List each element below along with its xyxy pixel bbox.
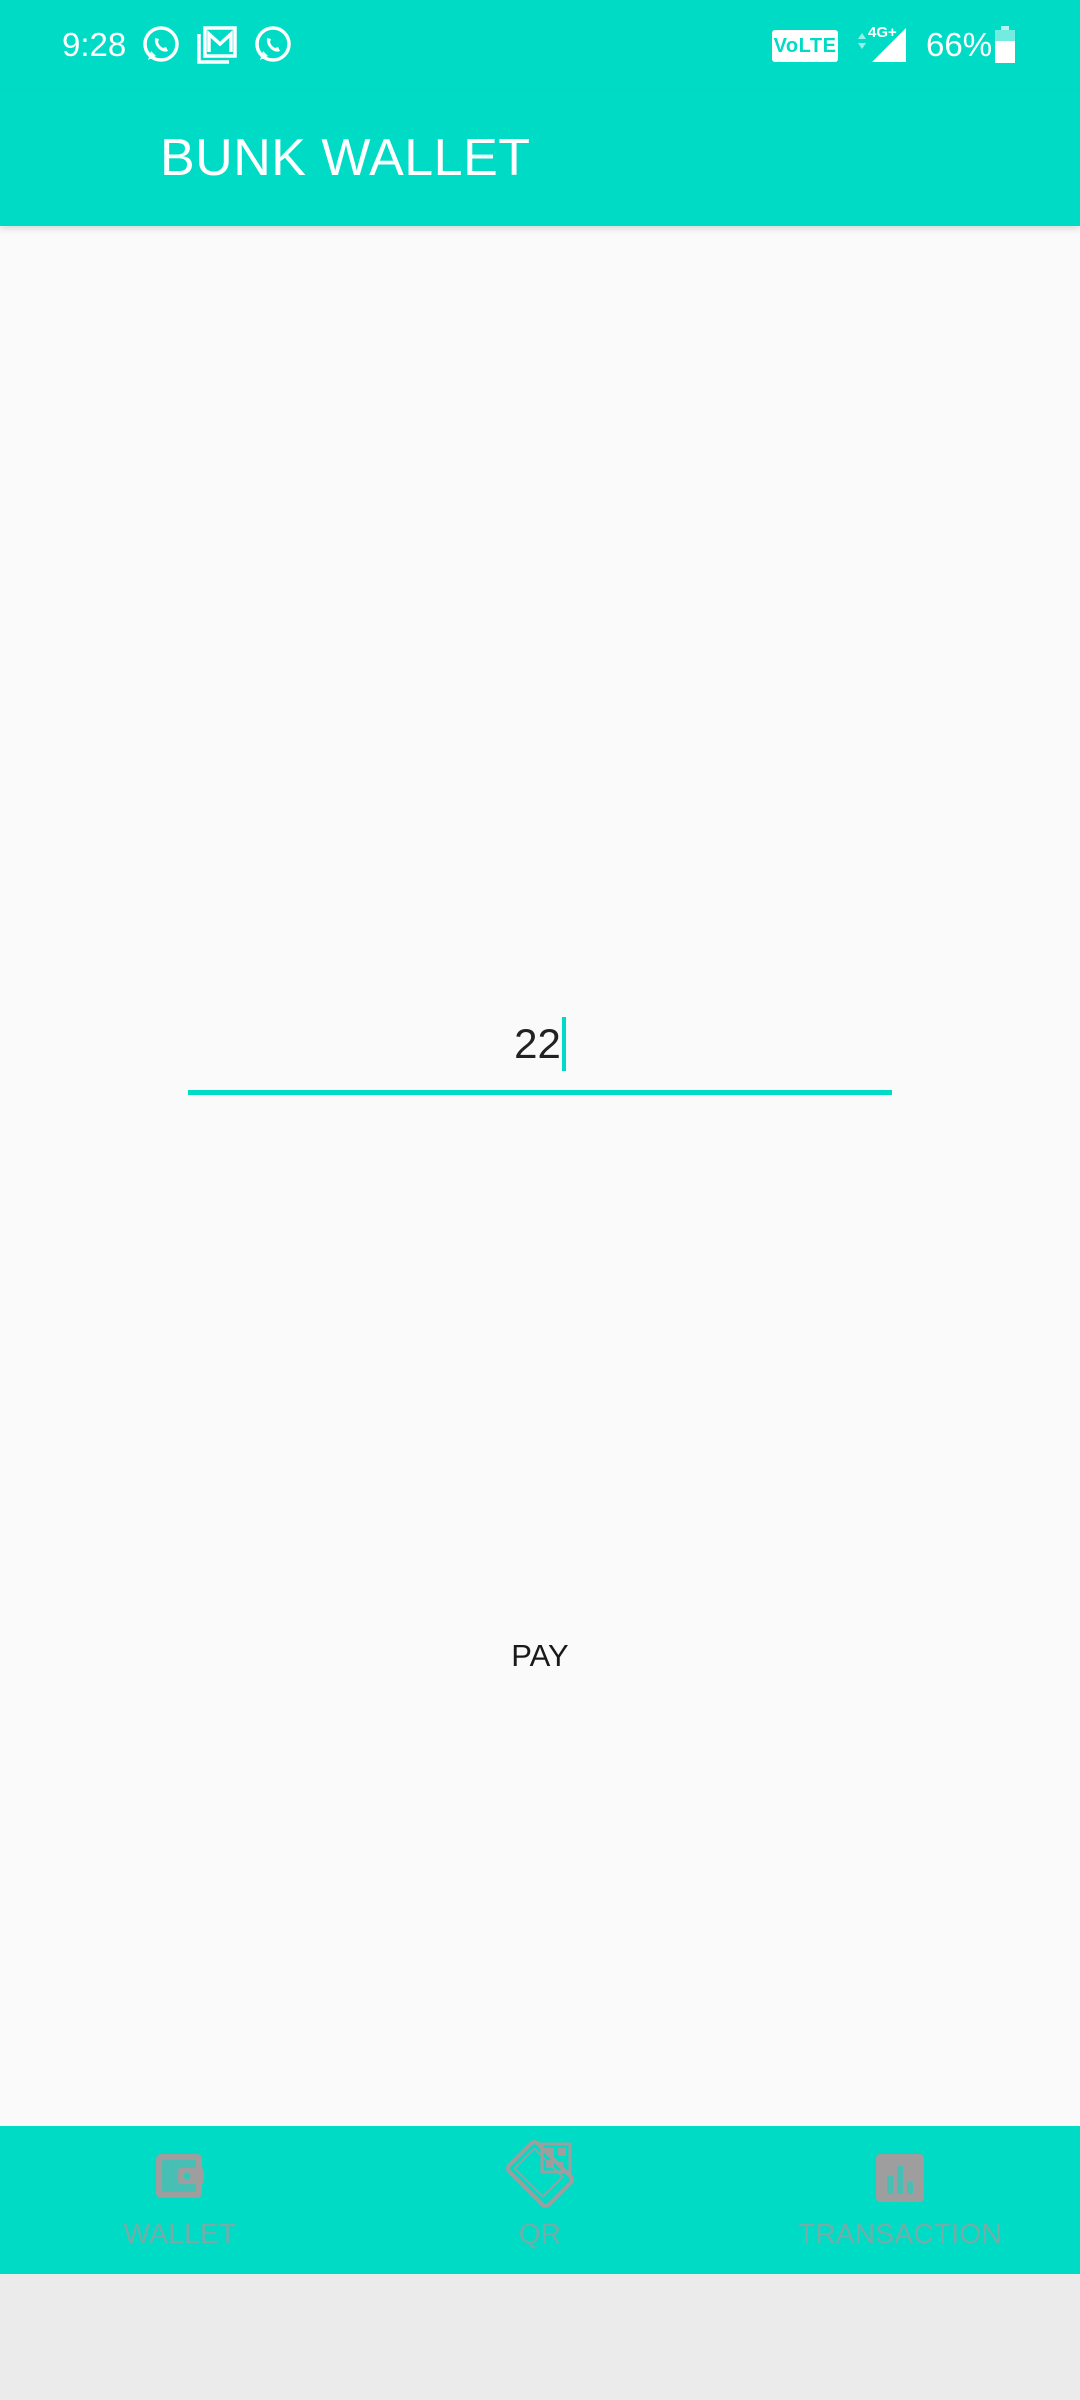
amount-input-value-wrap: 22 bbox=[188, 1014, 892, 1074]
screen: 9:28 VoLTE 4G+ 66% BUNK WALLET 22 PAY WA… bbox=[0, 0, 1080, 2400]
battery-percent: 66% bbox=[926, 26, 993, 63]
status-bar: 9:28 VoLTE 4G+ 66% bbox=[0, 0, 1080, 90]
nav-label-wallet: WALLET bbox=[123, 2218, 237, 2249]
bottom-navigation: WALLET QR TRANSACTION bbox=[0, 2126, 1080, 2274]
gallery-icon bbox=[196, 24, 238, 66]
app-bar: BUNK WALLET bbox=[0, 90, 1080, 226]
nav-label-qr: QR bbox=[518, 2218, 562, 2249]
app-title: BUNK WALLET bbox=[160, 129, 531, 187]
network-type-label: 4G+ bbox=[868, 24, 897, 41]
amount-input-value: 22 bbox=[514, 1020, 561, 1067]
nav-item-qr[interactable]: QR bbox=[390, 2126, 690, 2274]
nav-item-transaction[interactable]: TRANSACTION bbox=[750, 2126, 1050, 2274]
wallet-icon bbox=[150, 2146, 210, 2206]
whatsapp-icon bbox=[252, 24, 294, 66]
qr-code-icon bbox=[506, 2140, 574, 2208]
text-cursor bbox=[561, 1016, 566, 1071]
nav-item-wallet[interactable]: WALLET bbox=[30, 2126, 330, 2274]
volte-badge: VoLTE bbox=[772, 30, 838, 62]
whatsapp-icon bbox=[140, 24, 182, 66]
pay-button[interactable]: PAY bbox=[440, 1606, 640, 1706]
battery-icon bbox=[994, 26, 1016, 64]
amount-input-underline bbox=[188, 1090, 892, 1095]
status-time: 9:28 bbox=[62, 26, 127, 63]
bar-chart-icon bbox=[870, 2146, 930, 2206]
system-navigation-area bbox=[0, 2274, 1080, 2400]
amount-input[interactable]: 22 bbox=[188, 1006, 892, 1086]
nav-label-transaction: TRANSACTION bbox=[798, 2218, 1002, 2249]
main-content: 22 PAY bbox=[0, 226, 1080, 2126]
